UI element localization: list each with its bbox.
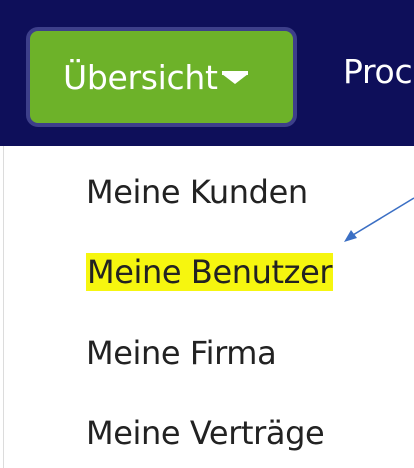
menu-item-meine-benutzer[interactable]: Meine Benutzer bbox=[86, 252, 334, 292]
menu-item-label: Meine Firma bbox=[86, 334, 277, 372]
menu-item-label: Meine Kunden bbox=[86, 173, 308, 211]
dropdown-border bbox=[3, 146, 4, 468]
menu-item-meine-vertraege[interactable]: Meine Verträge bbox=[86, 413, 325, 453]
menu-item-label-highlighted: Meine Benutzer bbox=[86, 253, 334, 291]
overview-label: Übersicht bbox=[63, 57, 218, 97]
navbar: Übersicht Proc bbox=[0, 0, 414, 146]
menu-item-meine-kunden[interactable]: Meine Kunden bbox=[86, 172, 308, 212]
overview-dropdown-button[interactable]: Übersicht bbox=[26, 27, 297, 127]
nav-item-products[interactable]: Proc bbox=[343, 52, 413, 91]
menu-item-label: Meine Verträge bbox=[86, 414, 325, 452]
caret-down-icon bbox=[221, 71, 248, 84]
menu-item-meine-firma[interactable]: Meine Firma bbox=[86, 333, 277, 373]
